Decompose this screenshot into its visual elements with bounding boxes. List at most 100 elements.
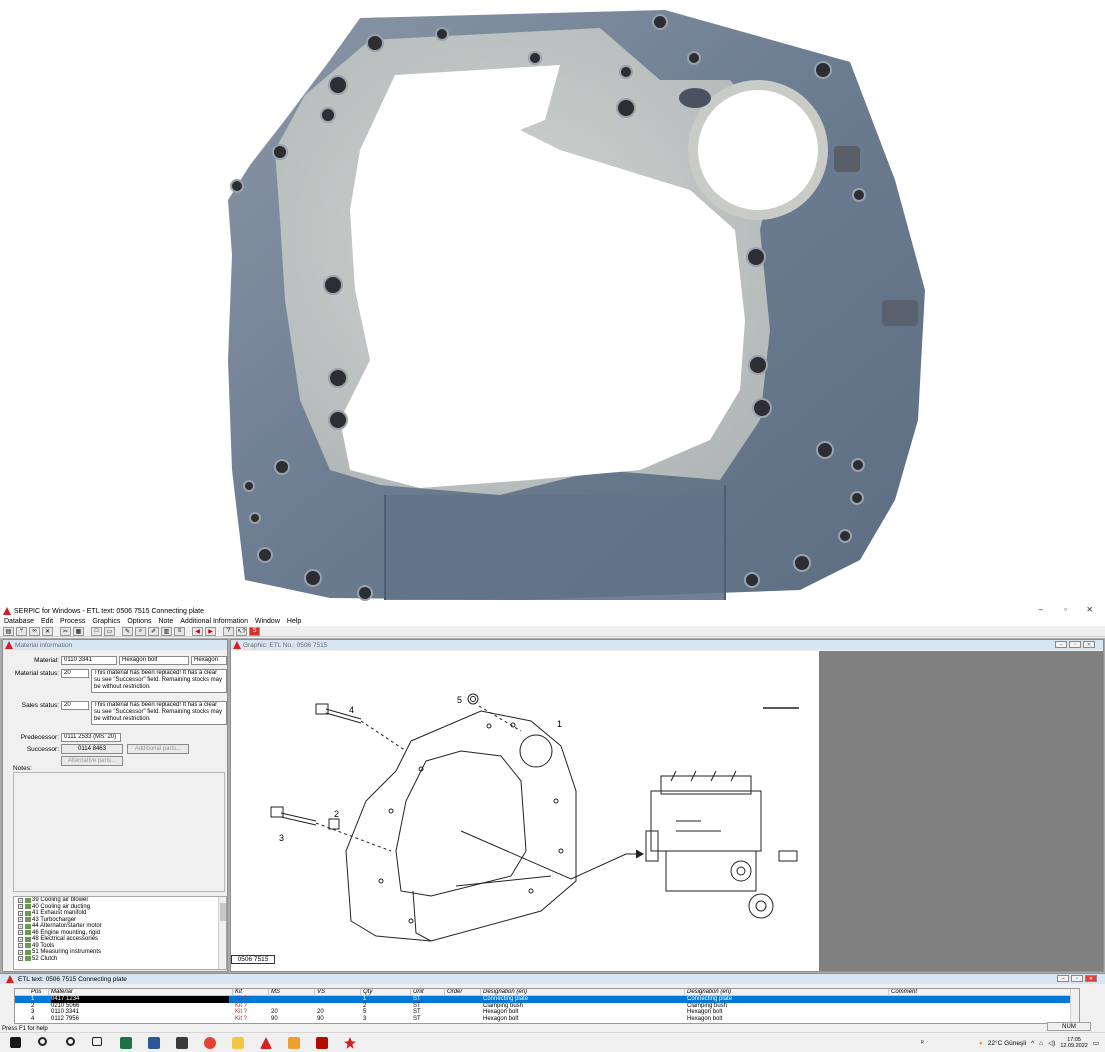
expand-icon[interactable]: +: [18, 917, 23, 923]
grid-icon[interactable]: ▥: [161, 626, 172, 636]
maximize-button[interactable]: ▫: [1064, 605, 1067, 614]
sales-status-text[interactable]: This material has been replaced! It has …: [91, 701, 227, 725]
expand-icon[interactable]: +: [18, 936, 23, 942]
etl-minimize-button[interactable]: –: [1057, 975, 1069, 982]
help-icon[interactable]: ?: [223, 626, 234, 636]
expand-icon[interactable]: +: [18, 897, 23, 903]
graphic-minimize-button[interactable]: –: [1055, 641, 1067, 648]
column-header[interactable]: Designation (en): [687, 989, 731, 996]
tree-scroll-thumb[interactable]: [220, 903, 226, 921]
sis-icon[interactable]: S: [249, 626, 260, 636]
successor-button[interactable]: 0114 8463: [61, 744, 123, 754]
graphic-close-button[interactable]: ✕: [1083, 641, 1095, 648]
column-header[interactable]: Kit: [235, 989, 242, 996]
sales-status-code[interactable]: 20: [61, 701, 89, 710]
expand-icon[interactable]: +: [18, 956, 23, 962]
forward-arrow-icon[interactable]: ▶: [205, 626, 216, 636]
menu-additional-information[interactable]: Additional Information: [180, 618, 248, 625]
etl-parts-table[interactable]: Pos Material Kit MS VS Qty Unit Order Designatio…: [14, 988, 1080, 1024]
column-header[interactable]: Designation (en): [483, 989, 527, 996]
context-help-icon[interactable]: ↖?: [236, 626, 247, 636]
print-icon[interactable]: ▦: [73, 626, 84, 636]
pen-icon[interactable]: ✎: [122, 626, 133, 636]
material-status-text[interactable]: This material has been replaced! It has …: [91, 669, 227, 693]
notes-area[interactable]: [13, 772, 225, 892]
serpic-taskbar-icon[interactable]: [260, 1037, 272, 1049]
column-header[interactable]: Order: [447, 989, 462, 996]
graphic-restore-button[interactable]: ▫: [1069, 641, 1081, 648]
list-icon[interactable]: ≡: [174, 626, 185, 636]
folder-icon[interactable]: ▭: [104, 626, 115, 636]
cell-vs: 90: [317, 1015, 324, 1022]
expand-icon[interactable]: +: [18, 904, 23, 910]
menu-window[interactable]: Window: [255, 618, 280, 625]
expand-icon[interactable]: +: [18, 943, 23, 949]
acrobat-icon[interactable]: [316, 1037, 328, 1049]
expand-icon[interactable]: +: [18, 949, 23, 955]
material-status-code[interactable]: 20: [61, 669, 89, 678]
drawing-number-label: 0506 7515: [231, 955, 275, 964]
column-header[interactable]: Unit: [413, 989, 424, 996]
weather-icon[interactable]: ●: [979, 1040, 983, 1047]
expand-icon[interactable]: +: [18, 910, 23, 916]
excel-icon[interactable]: [120, 1037, 132, 1049]
link-icon[interactable]: ∞: [29, 626, 40, 636]
search-icon[interactable]: [38, 1037, 47, 1046]
menu-process[interactable]: Process: [60, 618, 85, 625]
cut-icon[interactable]: ✂: [60, 626, 71, 636]
maple-leaf-icon[interactable]: [344, 1037, 356, 1049]
etl-scrollbar[interactable]: [1070, 989, 1079, 1023]
menu-edit[interactable]: Edit: [41, 618, 53, 625]
app-icon[interactable]: [176, 1037, 188, 1049]
weather-text[interactable]: 22°C Güneşli: [988, 1040, 1026, 1047]
clock[interactable]: 17:05 12.09.2022: [1060, 1037, 1088, 1049]
cortana-icon[interactable]: [66, 1037, 75, 1046]
edit-icon[interactable]: ✐: [148, 626, 159, 636]
menu-options[interactable]: Options: [127, 618, 151, 625]
minimize-button[interactable]: –: [1039, 605, 1043, 614]
task-view-icon[interactable]: [92, 1037, 102, 1046]
back-arrow-icon[interactable]: ◀: [192, 626, 203, 636]
notification-icon[interactable]: ▭: [1093, 1039, 1099, 1047]
chapter-tree[interactable]: +39 Cooling air blower +40 Cooling air du…: [13, 896, 227, 970]
network-icon[interactable]: ⌂: [1039, 1040, 1043, 1047]
people-icon[interactable]: ᴿ: [921, 1040, 924, 1047]
chrome-icon[interactable]: [204, 1037, 216, 1049]
new-icon[interactable]: □: [91, 626, 102, 636]
menu-help[interactable]: Help: [287, 618, 301, 625]
column-header[interactable]: Material: [51, 989, 72, 996]
file-explorer-icon[interactable]: [232, 1037, 244, 1049]
column-header[interactable]: Qty: [363, 989, 372, 996]
material-field[interactable]: 0110 3341: [61, 656, 117, 665]
alternative-parts-button[interactable]: Alternative parts...: [61, 756, 123, 766]
material-desc-field-1[interactable]: Hexagon bolt: [119, 656, 189, 665]
menu-graphics[interactable]: Graphics: [92, 618, 120, 625]
tray-chevron-icon[interactable]: ^: [1031, 1040, 1034, 1047]
mail-icon[interactable]: [288, 1037, 300, 1049]
table-row[interactable]: 4 0112 7956 Kit ? 90 90 3 ST Hexagon bolt Hexago…: [15, 1015, 1079, 1023]
search-icon[interactable]: ⌕: [135, 626, 146, 636]
etl-restore-button[interactable]: ▫: [1071, 975, 1083, 982]
etl-close-button[interactable]: ✕: [1085, 975, 1097, 982]
menu-database[interactable]: Database: [4, 618, 34, 625]
column-header[interactable]: MS: [271, 989, 280, 996]
exploded-drawing[interactable]: 5 4 1 2 3 0506 7515: [231, 651, 819, 971]
expand-icon[interactable]: +: [18, 930, 23, 936]
tree-icon[interactable]: ⑂: [16, 626, 27, 636]
open-database-icon[interactable]: ▤: [3, 626, 14, 636]
expand-icon[interactable]: +: [18, 923, 23, 929]
start-windows-icon[interactable]: [10, 1037, 21, 1048]
column-header[interactable]: VS: [317, 989, 325, 996]
volume-icon[interactable]: ◁): [1048, 1039, 1055, 1047]
predecessor-field[interactable]: 0111 2533 (MS: 20): [61, 733, 121, 742]
tree-scrollbar[interactable]: [218, 897, 226, 969]
tree-item[interactable]: +52 Clutch: [14, 956, 226, 963]
column-header[interactable]: Pos: [31, 989, 41, 996]
material-desc-field-2[interactable]: Hexagon bo: [191, 656, 227, 665]
column-header[interactable]: Comment: [891, 989, 917, 996]
word-icon[interactable]: [148, 1037, 160, 1049]
menu-note[interactable]: Note: [158, 618, 173, 625]
additional-parts-button[interactable]: Additional parts...: [127, 744, 189, 754]
close-button[interactable]: ✕: [1086, 605, 1093, 614]
close-doc-icon[interactable]: ✕: [42, 626, 53, 636]
